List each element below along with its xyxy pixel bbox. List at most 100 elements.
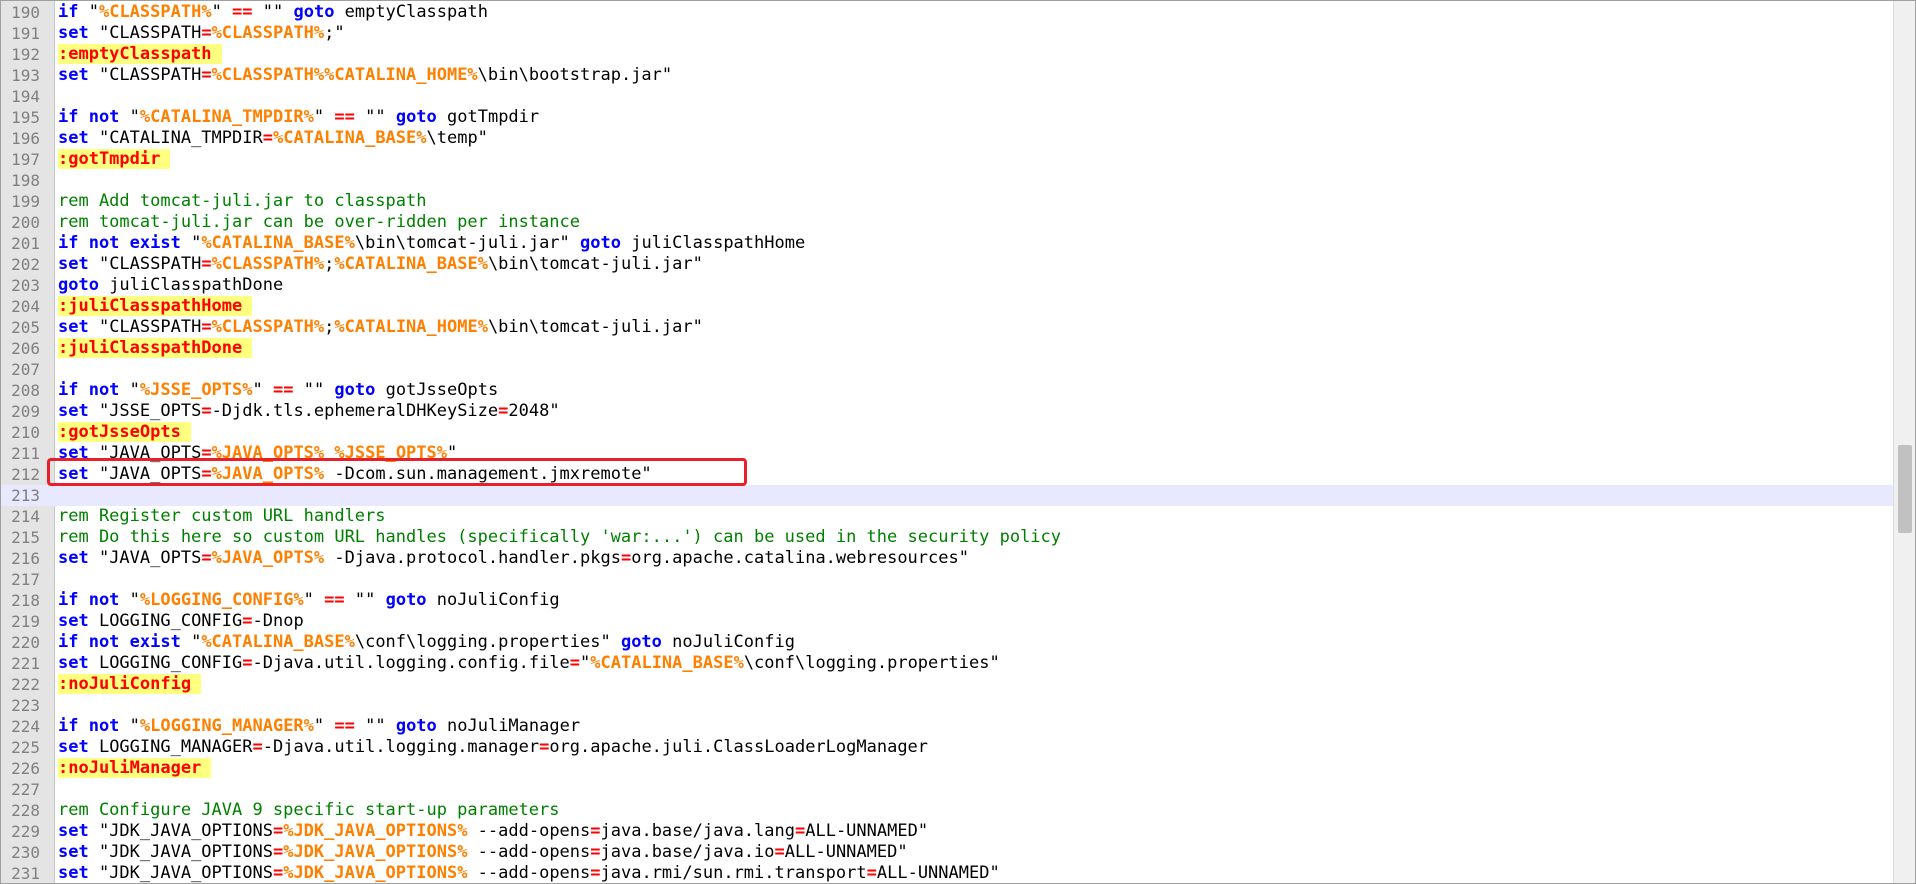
token-operator: = <box>262 128 273 148</box>
code-line[interactable]: 206:juliClasspathDone <box>0 338 1894 359</box>
line-number: 224 <box>11 717 40 736</box>
code-line[interactable]: 218 if not "%LOGGING_CONFIG%" == "" goto … <box>0 590 1894 611</box>
line-code: if not "%LOGGING_CONFIG%" == "" goto noJ… <box>58 590 560 611</box>
line-code: if not "%CATALINA_TMPDIR%" == "" goto go… <box>58 107 539 128</box>
scrollbar-thumb[interactable] <box>1898 445 1912 533</box>
line-number: 214 <box>11 507 40 526</box>
token-text: "JDK_JAVA_OPTIONS <box>88 821 273 841</box>
code-line[interactable]: 210:gotJsseOpts <box>0 422 1894 443</box>
token-variable: %CATALINA_BASE% <box>272 128 427 148</box>
code-line[interactable]: 209 set "JSSE_OPTS=-Djdk.tls.ephemeralDHK… <box>0 401 1894 422</box>
token-keyword: set <box>58 128 89 148</box>
code-line[interactable]: 223 <box>0 695 1894 716</box>
code-line[interactable]: 204:juliClasspathHome <box>0 296 1894 317</box>
code-line[interactable]: 227 <box>0 779 1894 800</box>
code-line[interactable]: 208 if not "%JSSE_OPTS%" == "" goto gotJs… <box>0 380 1894 401</box>
token-variable: %CATALINA_HOME% <box>334 317 488 337</box>
code-line[interactable]: 228 rem Configure JAVA 9 specific start-u… <box>0 800 1894 821</box>
token-text: ; <box>324 317 335 337</box>
token-text: "" <box>344 590 386 610</box>
code-line[interactable]: 194 <box>0 86 1894 107</box>
token-keyword: goto <box>620 632 662 652</box>
token-variable: %CATALINA_BASE% <box>334 254 488 274</box>
token-text: -Djava.util.logging.manager <box>262 737 540 757</box>
line-number: 208 <box>11 381 40 400</box>
code-line[interactable]: 205 set "CLASSPATH=%CLASSPATH%;%CATALINA_… <box>0 317 1894 338</box>
code-editor[interactable]: 190 if "%CLASSPATH%" == "" goto emptyClas… <box>0 0 1916 884</box>
code-line[interactable]: 201 if not exist "%CATALINA_BASE%\bin\tom… <box>0 233 1894 254</box>
vertical-scrollbar[interactable] <box>1893 0 1916 884</box>
token-text: "JDK_JAVA_OPTIONS <box>88 842 273 862</box>
code-line[interactable]: 211 set "JAVA_OPTS=%JAVA_OPTS% %JSSE_OPTS… <box>0 443 1894 464</box>
code-area[interactable]: 190 if "%CLASSPATH%" == "" goto emptyClas… <box>0 2 1894 884</box>
token-text: noJuliConfig <box>426 590 560 610</box>
code-line[interactable]: 230 set "JDK_JAVA_OPTIONS=%JDK_JAVA_OPTIO… <box>0 842 1894 863</box>
token-operator: = <box>498 401 509 421</box>
token-text: LOGGING_MANAGER <box>88 737 253 757</box>
line-number: 202 <box>11 255 40 274</box>
code-line[interactable]: 192:emptyClasspath <box>0 44 1894 65</box>
line-code: set "JSSE_OPTS=-Djdk.tls.ephemeralDHKeyS… <box>58 401 560 422</box>
line-number: 209 <box>11 402 40 421</box>
token-keyword: set <box>58 842 89 862</box>
line-number: 194 <box>11 87 40 106</box>
code-line[interactable]: 193 set "CLASSPATH=%CLASSPATH%%CATALINA_H… <box>0 65 1894 86</box>
token-operator: = <box>620 548 632 568</box>
line-code: set LOGGING_MANAGER=-Djava.util.logging.… <box>58 737 928 758</box>
code-line[interactable]: 190 if "%CLASSPATH%" == "" goto emptyClas… <box>0 2 1894 23</box>
code-line[interactable]: 197:gotTmpdir <box>0 149 1894 170</box>
code-line[interactable]: 195 if not "%CATALINA_TMPDIR%" == "" goto… <box>0 107 1894 128</box>
line-code: set "JDK_JAVA_OPTIONS=%JDK_JAVA_OPTIONS%… <box>58 821 928 842</box>
token-keyword: if not exist <box>58 233 181 253</box>
line-number: 230 <box>11 843 40 862</box>
code-line[interactable]: 202 set "CLASSPATH=%CLASSPATH%;%CATALINA_… <box>0 254 1894 275</box>
code-line[interactable]: 224 if not "%LOGGING_MANAGER%" == "" goto… <box>0 716 1894 737</box>
token-text: java.base/java.io <box>600 842 775 862</box>
code-line[interactable]: 214 rem Register custom URL handlers <box>0 506 1894 527</box>
code-line[interactable]: 226 :noJuliManager <box>0 758 1894 779</box>
token-text: \temp" <box>426 128 488 148</box>
code-line[interactable]: 200 rem tomcat-juli.jar can be over-ridde… <box>0 212 1894 233</box>
code-line[interactable]: 222:noJuliConfig <box>0 674 1894 695</box>
code-line[interactable]: 198 <box>0 170 1894 191</box>
code-line[interactable]: 229 set "JDK_JAVA_OPTIONS=%JDK_JAVA_OPTIO… <box>0 821 1894 842</box>
token-text: "JDK_JAVA_OPTIONS <box>88 863 273 883</box>
line-number: 207 <box>11 360 40 379</box>
token-label: :juliClasspathHome <box>58 296 253 316</box>
line-number: 210 <box>11 423 40 442</box>
code-line[interactable]: 215 rem Do this here so custom URL handle… <box>0 527 1894 548</box>
code-line[interactable]: 221 set LOGGING_CONFIG=-Djava.util.loggin… <box>0 653 1894 674</box>
code-line[interactable]: 217 <box>0 569 1894 590</box>
token-label: :noJuliManager <box>58 758 212 778</box>
line-code: rem tomcat-juli.jar can be over-ridden p… <box>58 212 580 233</box>
code-line[interactable]: 212 set "JAVA_OPTS=%JAVA_OPTS% -Dcom.sun.… <box>0 464 1894 485</box>
code-line[interactable]: 207 <box>0 359 1894 380</box>
token-text: " <box>313 716 335 736</box>
code-line[interactable]: 196 set "CATALINA_TMPDIR=%CATALINA_BASE%\… <box>0 128 1894 149</box>
code-line-current[interactable]: 213 <box>0 485 1894 506</box>
code-line[interactable]: 219 set LOGGING_CONFIG=-Dnop <box>0 611 1894 632</box>
token-variable: %CLASSPATH% <box>98 2 212 22</box>
line-number: 223 <box>11 696 40 715</box>
token-operator: == <box>334 716 355 736</box>
code-line[interactable]: 220 if not exist "%CATALINA_BASE%\conf\lo… <box>0 632 1894 653</box>
token-text: " <box>119 716 140 736</box>
code-line[interactable]: 231 set "JDK_JAVA_OPTIONS=%JDK_JAVA_OPTIO… <box>0 863 1894 884</box>
code-line[interactable]: 225 set LOGGING_MANAGER=-Djava.util.loggi… <box>0 737 1894 758</box>
token-keyword: goto <box>395 107 437 127</box>
token-text: gotJsseOpts <box>375 380 499 400</box>
code-line[interactable]: 191 set "CLASSPATH=%CLASSPATH%;" <box>0 23 1894 44</box>
line-code: if not "%LOGGING_MANAGER%" == "" goto no… <box>58 716 580 737</box>
code-line[interactable]: 203 goto juliClasspathDone <box>0 275 1894 296</box>
line-code: set "JAVA_OPTS=%JAVA_OPTS% -Dcom.sun.man… <box>58 464 652 485</box>
line-number: 221 <box>11 654 40 673</box>
token-label: :noJuliConfig <box>58 674 202 694</box>
token-keyword: if not <box>58 380 120 400</box>
token-variable: %CATALINA_BASE% <box>201 632 355 652</box>
token-text: "JAVA_OPTS <box>88 464 202 484</box>
code-line[interactable]: 199 rem Add tomcat-juli.jar to classpath <box>0 191 1894 212</box>
token-text: "" <box>354 716 396 736</box>
code-line[interactable]: 216 set "JAVA_OPTS=%JAVA_OPTS% -Djava.pro… <box>0 548 1894 569</box>
token-text: java.rmi/sun.rmi.transport <box>600 863 867 883</box>
line-number: 226 <box>11 759 40 778</box>
